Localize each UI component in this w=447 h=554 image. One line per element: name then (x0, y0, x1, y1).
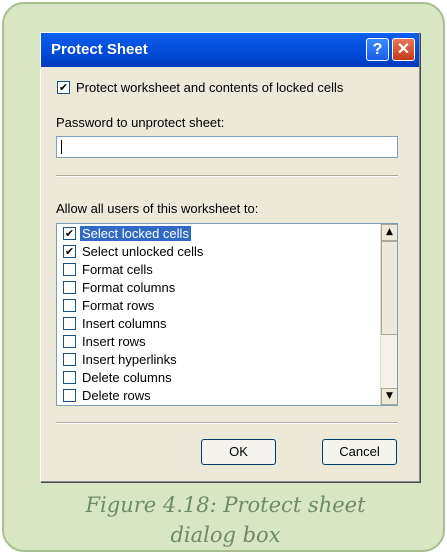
permission-label: Insert columns (82, 316, 167, 331)
protect-worksheet-label: Protect worksheet and contents of locked… (76, 80, 344, 95)
scrollbar[interactable]: ▲ ▼ (380, 224, 397, 405)
permission-item[interactable]: Insert hyperlinks (59, 351, 379, 368)
permission-item[interactable]: ✔ Select unlocked cells (59, 243, 379, 260)
text-caret (61, 140, 62, 154)
permission-item[interactable]: ✔ Select locked cells (59, 225, 379, 242)
help-button[interactable]: ? (366, 38, 389, 61)
permission-label: Delete rows (82, 388, 151, 403)
permission-item[interactable]: Insert rows (59, 333, 379, 350)
scroll-up-button[interactable]: ▲ (381, 224, 397, 241)
cancel-button[interactable]: Cancel (322, 439, 397, 465)
permission-checkbox[interactable] (63, 299, 76, 312)
permission-label: Insert hyperlinks (82, 352, 177, 367)
permission-checkbox[interactable] (63, 335, 76, 348)
permission-checkbox[interactable] (63, 389, 76, 402)
permission-checkbox[interactable]: ✔ (63, 227, 76, 240)
permission-item[interactable]: Delete columns (59, 369, 379, 386)
permission-label: Format cells (82, 262, 153, 277)
permission-item[interactable]: Format columns (59, 279, 379, 296)
scroll-thumb[interactable] (381, 241, 397, 335)
permission-label: Format rows (82, 298, 155, 313)
allow-users-label: Allow all users of this worksheet to: (56, 201, 259, 216)
protect-worksheet-checkbox[interactable]: ✔ (57, 81, 70, 94)
figure-caption: Figure 4.18: Protect sheet dialog box (4, 490, 447, 550)
permission-item[interactable]: Format rows (59, 297, 379, 314)
permission-checkbox[interactable]: ✔ (63, 245, 76, 258)
permission-label: Delete columns (82, 370, 172, 385)
scroll-down-button[interactable]: ▼ (381, 388, 397, 405)
caption-line-1: Figure 4.18: Protect sheet (85, 493, 366, 517)
password-label: Password to unprotect sheet: (56, 115, 225, 130)
separator (56, 422, 398, 424)
permission-item[interactable]: Delete rows (59, 387, 379, 404)
dialog-title: Protect Sheet (51, 41, 148, 58)
figure-frame: Protect Sheet ? ✕ ✔ Protect worksheet an… (2, 2, 445, 552)
password-input[interactable] (56, 136, 398, 158)
protect-sheet-dialog: Protect Sheet ? ✕ ✔ Protect worksheet an… (40, 32, 420, 482)
permission-label: Select locked cells (80, 226, 191, 241)
permission-label: Format columns (82, 280, 176, 295)
permission-checkbox[interactable] (63, 317, 76, 330)
permission-checkbox[interactable] (63, 263, 76, 276)
permissions-listbox[interactable]: ✔ Select locked cells ✔ Select unlocked cel… (56, 223, 398, 406)
separator (56, 175, 398, 177)
permission-checkbox[interactable] (63, 371, 76, 384)
permission-label: Select unlocked cells (82, 244, 204, 259)
permission-checkbox[interactable] (63, 281, 76, 294)
permission-item[interactable]: Insert columns (59, 315, 379, 332)
ok-button[interactable]: OK (201, 439, 276, 465)
caption-line-2: dialog box (170, 523, 281, 547)
title-bar[interactable]: Protect Sheet ? ✕ (41, 33, 419, 67)
permission-label: Insert rows (82, 334, 146, 349)
permission-checkbox[interactable] (63, 353, 76, 366)
permission-item[interactable]: Format cells (59, 261, 379, 278)
close-button[interactable]: ✕ (392, 38, 415, 61)
